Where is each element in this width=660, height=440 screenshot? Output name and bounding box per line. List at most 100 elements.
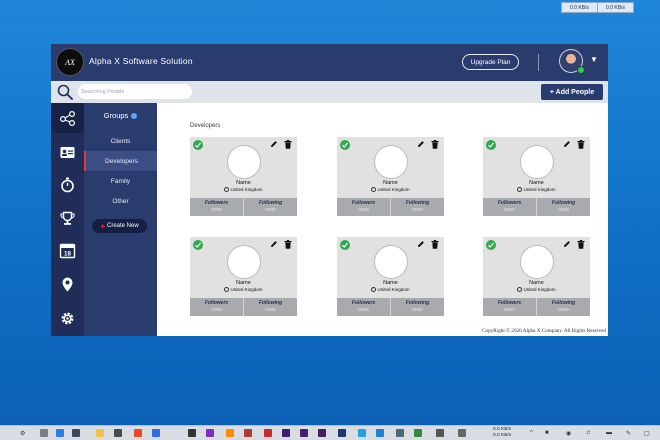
brave-icon[interactable] (134, 429, 142, 437)
followers-label: Followers (204, 300, 229, 306)
followers-stat[interactable]: Followers 0000 (190, 298, 243, 316)
delete-trash-icon[interactable] (284, 140, 292, 149)
followers-stat[interactable]: Followers 0000 (483, 198, 536, 216)
store-icon[interactable] (114, 429, 122, 437)
photoshop-icon[interactable] (338, 429, 346, 437)
volume-icon[interactable]: ♬ (586, 430, 592, 436)
chevron-down-icon[interactable]: ▼ (590, 55, 598, 64)
app-green-icon[interactable] (414, 429, 422, 437)
search-input[interactable] (78, 84, 192, 99)
contact-card[interactable]: Name United Kingdom Followers 0000 Following… (483, 237, 590, 316)
location-pin-icon[interactable] (58, 275, 77, 294)
location-pin-icon (371, 187, 377, 193)
app-gray-icon[interactable] (396, 429, 404, 437)
delete-trash-icon[interactable] (577, 240, 585, 249)
contact-card-icon[interactable] (58, 143, 77, 162)
profile-photo-placeholder[interactable] (227, 245, 261, 279)
delete-trash-icon[interactable] (284, 240, 292, 249)
group-item-family[interactable]: Family (84, 171, 157, 191)
search-taskbar-icon[interactable] (40, 429, 48, 437)
contact-card[interactable]: Name United Kingdom Followers 0000 Following… (483, 137, 590, 216)
task-view-icon[interactable] (72, 429, 80, 437)
ide-icon[interactable] (206, 429, 214, 437)
add-people-button[interactable]: + Add People (541, 84, 603, 100)
location-pin-icon (517, 187, 523, 193)
calendar-day-number: 18 (64, 251, 71, 258)
contact-card[interactable]: Name United Kingdom Followers 0000 Following… (337, 237, 444, 316)
followers-count: 0000 (358, 208, 369, 213)
followers-stat[interactable]: Followers 0000 (337, 198, 390, 216)
settings-gear-icon[interactable]: ⚙ (20, 430, 25, 437)
group-item-other[interactable]: Other (84, 191, 157, 211)
telegram-icon[interactable] (358, 429, 366, 437)
profile-photo-placeholder[interactable] (520, 245, 554, 279)
delete-trash-icon[interactable] (431, 140, 439, 149)
xd-icon[interactable] (318, 429, 326, 437)
edit-pencil-icon[interactable] (417, 140, 425, 148)
edit-pencil-icon[interactable] (270, 140, 278, 148)
edit-pencil-icon[interactable] (563, 140, 571, 148)
vscode-icon[interactable] (376, 429, 384, 437)
pdf-icon[interactable] (264, 429, 272, 437)
file-explorer-icon[interactable] (96, 429, 104, 437)
contact-card[interactable]: Name United Kingdom Followers 0000 Following… (190, 237, 297, 316)
edit-pencil-icon[interactable] (563, 240, 571, 248)
tray-chevron-icon[interactable]: ^ (530, 430, 533, 436)
app-dark-icon[interactable] (436, 429, 444, 437)
location-pin-icon (224, 287, 230, 293)
upgrade-plan-button[interactable]: Upgrade Plan (462, 54, 519, 70)
edge-icon[interactable] (56, 429, 64, 437)
company-logo[interactable]: AX (56, 48, 84, 76)
share-nodes-icon[interactable] (58, 109, 77, 128)
groups-title-text: Groups (103, 111, 129, 120)
app-orange-icon[interactable] (226, 429, 234, 437)
edit-pencil-icon[interactable] (270, 240, 278, 248)
battery-icon[interactable]: ▬ (606, 430, 612, 436)
premiere-icon[interactable] (282, 429, 290, 437)
following-stat[interactable]: Following 0000 (243, 198, 297, 216)
contact-card[interactable]: Name United Kingdom Followers 0000 Following… (337, 137, 444, 216)
delete-trash-icon[interactable] (431, 240, 439, 249)
following-stat[interactable]: Following 0000 (243, 298, 297, 316)
app-red-icon[interactable] (244, 429, 252, 437)
location-text: United Kingdom (523, 187, 556, 192)
delete-trash-icon[interactable] (577, 140, 585, 149)
profile-photo-placeholder[interactable] (374, 145, 408, 179)
main-content: Developers Name United Kingdom Followers 00… (157, 103, 608, 336)
following-stat[interactable]: Following 0000 (536, 198, 590, 216)
followers-stat[interactable]: Followers 0000 (337, 298, 390, 316)
chrome-icon[interactable] (152, 429, 160, 437)
contact-name: Name (529, 180, 544, 186)
pen-icon[interactable]: ✎ (626, 430, 631, 437)
app-misc-icon[interactable] (458, 429, 466, 437)
app-header: AX Alpha X Software Solution Upgrade Pla… (51, 44, 608, 81)
profile-photo-placeholder[interactable] (520, 145, 554, 179)
location-pin-icon (517, 287, 523, 293)
following-label: Following (551, 300, 576, 306)
profile-photo-placeholder[interactable] (227, 145, 261, 179)
search-icon[interactable] (57, 84, 73, 100)
followers-stat[interactable]: Followers 0000 (483, 298, 536, 316)
upload-speed: 0.0 KB/s (606, 4, 625, 11)
create-new-group-button[interactable]: + Create New (92, 219, 147, 233)
following-stat[interactable]: Following 0000 (536, 298, 590, 316)
tray-app-icon[interactable]: ■ (545, 430, 549, 436)
network-icon[interactable]: ◉ (566, 430, 571, 437)
calendar-icon[interactable]: 18 (58, 241, 77, 260)
location-text: United Kingdom (377, 187, 410, 192)
notification-icon[interactable]: ▢ (644, 430, 650, 437)
group-item-developers[interactable]: Developers (84, 151, 157, 171)
group-item-clients[interactable]: Clients (84, 131, 157, 151)
gear-icon[interactable] (58, 309, 77, 328)
followers-label: Followers (497, 300, 522, 306)
after-effects-icon[interactable] (300, 429, 308, 437)
contact-card[interactable]: Name United Kingdom Followers 0000 Following… (190, 137, 297, 216)
terminal-icon[interactable] (188, 429, 196, 437)
edit-pencil-icon[interactable] (417, 240, 425, 248)
stopwatch-icon[interactable] (58, 175, 77, 194)
trophy-icon[interactable] (58, 209, 77, 228)
followers-stat[interactable]: Followers 0000 (190, 198, 243, 216)
following-stat[interactable]: Following 0000 (390, 298, 444, 316)
following-stat[interactable]: Following 0000 (390, 198, 444, 216)
profile-photo-placeholder[interactable] (374, 245, 408, 279)
